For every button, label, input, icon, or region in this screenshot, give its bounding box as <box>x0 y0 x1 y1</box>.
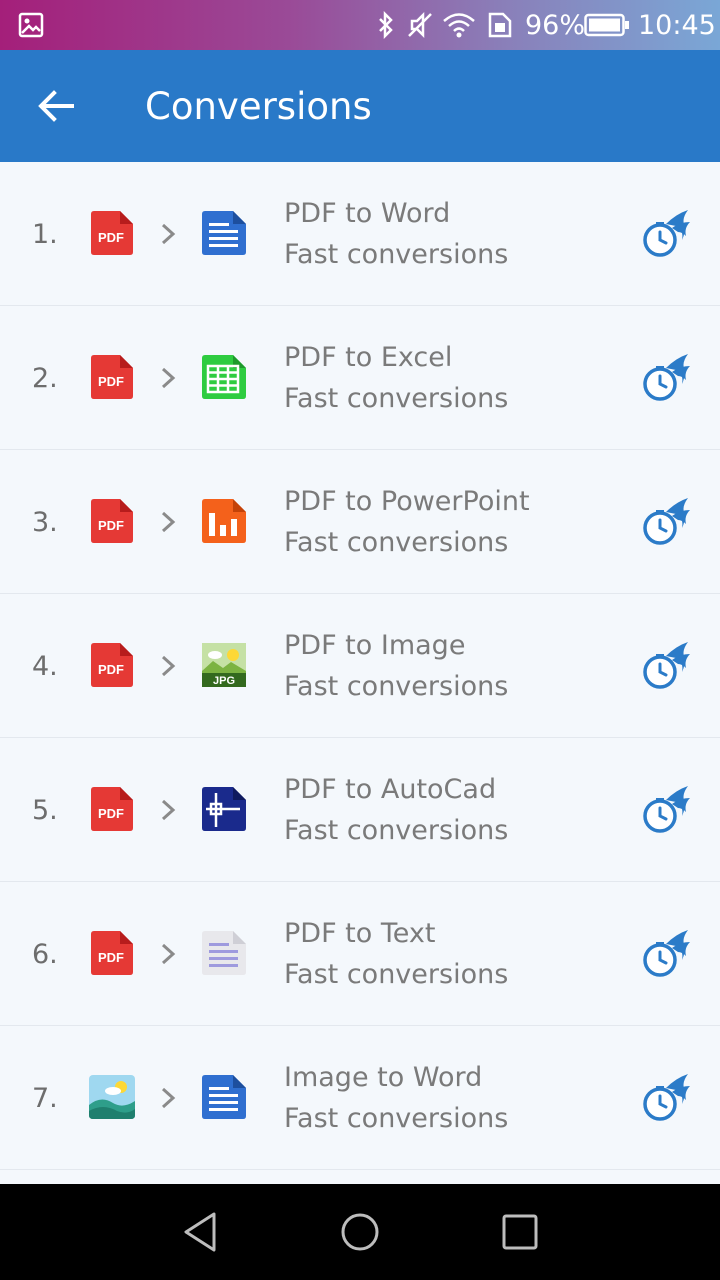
back-arrow-icon[interactable] <box>36 86 76 126</box>
conversion-title: PDF to Text <box>284 918 436 949</box>
chevron-right-icon <box>161 511 176 533</box>
fast-conversion-icon <box>636 926 692 982</box>
fast-conversion-icon <box>636 638 692 694</box>
sim-card-icon <box>487 0 513 50</box>
conversion-title: PDF to AutoCad <box>284 774 497 805</box>
excel-sheet-icon <box>199 353 247 401</box>
svg-text:PDF: PDF <box>98 374 124 389</box>
fast-conversion-icon <box>636 494 692 550</box>
item-number: 7. <box>32 1082 58 1114</box>
image-icon <box>87 1073 135 1121</box>
item-number: 5. <box>32 794 58 826</box>
conversion-subtitle: Fast conversions <box>284 671 509 702</box>
conversion-title: PDF to Image <box>284 630 466 661</box>
battery-icon <box>584 0 630 50</box>
page-title: Conversions <box>145 84 372 128</box>
conversion-title: PDF to PowerPoint <box>284 486 530 517</box>
fast-conversion-icon <box>636 1070 692 1126</box>
chevron-right-icon <box>161 799 176 821</box>
pdf-icon: PDF <box>87 497 135 545</box>
chevron-right-icon <box>161 943 176 965</box>
svg-text:PDF: PDF <box>98 518 124 533</box>
conversion-subtitle: Fast conversions <box>284 527 509 558</box>
conversion-subtitle: Fast conversions <box>284 383 509 414</box>
list-item-pdf-to-autocad[interactable]: 5. PDF PDF to AutoCad Fast conversions <box>0 738 720 882</box>
svg-text:PDF: PDF <box>98 950 124 965</box>
word-doc-icon <box>199 209 247 257</box>
nav-back-icon[interactable] <box>174 1206 226 1258</box>
jpg-image-icon: JPG <box>199 641 247 687</box>
wifi-icon <box>442 0 476 50</box>
list-item-pdf-to-word[interactable]: 1. PDF PDF to Word Fast conversions <box>0 162 720 306</box>
item-number: 6. <box>32 938 58 970</box>
fast-conversion-icon <box>636 206 692 262</box>
fast-conversion-icon <box>636 350 692 406</box>
pdf-icon: PDF <box>87 209 135 257</box>
svg-text:PDF: PDF <box>98 662 124 677</box>
chevron-right-icon <box>161 367 176 389</box>
conversion-subtitle: Fast conversions <box>284 815 509 846</box>
pdf-icon: PDF <box>87 785 135 833</box>
gallery-notification-icon <box>18 0 44 50</box>
conversion-subtitle: Fast conversions <box>284 239 509 270</box>
chevron-right-icon <box>161 1087 176 1109</box>
app-bar: Conversions <box>0 50 720 162</box>
conversion-list: 1. PDF PDF to Word Fast conversions 2. P… <box>0 162 720 1184</box>
list-item-pdf-to-powerpoint[interactable]: 3. PDF PDF to PowerPoint Fast conversion… <box>0 450 720 594</box>
item-number: 3. <box>32 506 58 538</box>
system-navigation-bar <box>0 1184 720 1280</box>
pdf-icon: PDF <box>87 353 135 401</box>
bluetooth-icon <box>376 0 396 50</box>
conversion-subtitle: Fast conversions <box>284 1103 509 1134</box>
chevron-right-icon <box>161 655 176 677</box>
powerpoint-icon <box>199 497 247 545</box>
pdf-icon: PDF <box>87 641 135 689</box>
list-item-image-to-word[interactable]: 7. Image to Word Fast conversions <box>0 1026 720 1170</box>
svg-text:PDF: PDF <box>98 806 124 821</box>
status-bar: 96% 10:45 <box>0 0 720 50</box>
list-item-pdf-to-excel[interactable]: 2. PDF PDF to Excel Fast conversions <box>0 306 720 450</box>
pdf-icon: PDF <box>87 929 135 977</box>
text-file-icon <box>199 929 247 977</box>
svg-text:PDF: PDF <box>98 230 124 245</box>
item-number: 4. <box>32 650 58 682</box>
fast-conversion-icon <box>636 782 692 838</box>
silent-mode-icon <box>406 0 434 50</box>
chevron-right-icon <box>161 223 176 245</box>
svg-text:JPG: JPG <box>213 675 235 687</box>
autocad-icon <box>199 785 247 833</box>
item-number: 2. <box>32 362 58 394</box>
list-item-pdf-to-image[interactable]: 4. PDF JPG PDF to Image Fast conversions <box>0 594 720 738</box>
conversion-title: PDF to Word <box>284 198 451 229</box>
conversion-subtitle: Fast conversions <box>284 959 509 990</box>
conversion-title: PDF to Excel <box>284 342 453 373</box>
battery-percentage: 96% <box>525 9 586 41</box>
item-number: 1. <box>32 218 58 250</box>
clock: 10:45 <box>638 9 716 41</box>
nav-recents-icon[interactable] <box>494 1206 546 1258</box>
conversion-title: Image to Word <box>284 1062 483 1093</box>
nav-home-icon[interactable] <box>334 1206 386 1258</box>
list-item-pdf-to-text[interactable]: 6. PDF PDF to Text Fast conversions <box>0 882 720 1026</box>
word-doc-icon <box>199 1073 247 1121</box>
